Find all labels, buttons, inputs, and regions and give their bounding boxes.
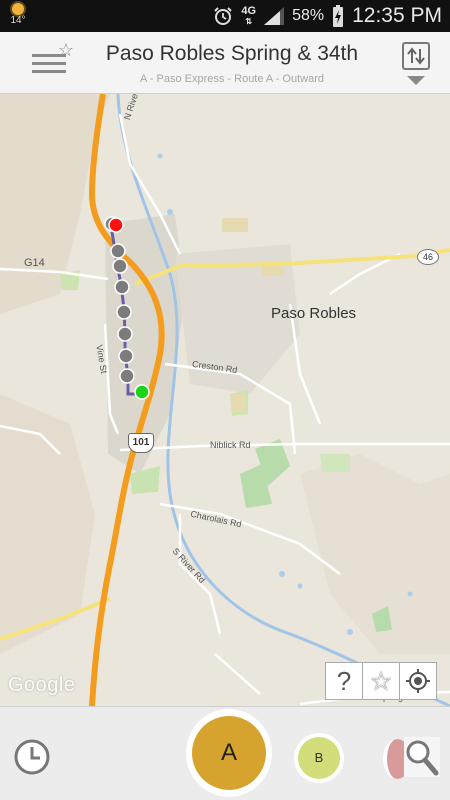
route-subtitle: A - Paso Express - Route A - Outward: [139, 73, 325, 85]
star-outline-icon: ☆: [57, 40, 74, 60]
highway-46-shield: 46: [417, 249, 439, 265]
route-a-button[interactable]: A: [186, 709, 272, 797]
status-bar: 14° 4G ⇅ 58% 12:35 PM: [0, 0, 450, 32]
route-b-label: B: [298, 737, 340, 779]
dropdown-triangle-icon: [407, 76, 425, 85]
map-view[interactable]: N River Rd G14 Vine St Creston Rd Niblic…: [0, 94, 450, 706]
schedule-button[interactable]: [12, 737, 52, 777]
bottom-toolbar: A B: [0, 706, 450, 800]
map-canvas: [0, 94, 450, 706]
favorite-star-button[interactable]: ☆: [362, 662, 400, 700]
route-a-label: A: [192, 716, 266, 790]
weather-indicator: 14°: [8, 3, 28, 27]
weather-temperature: 14°: [10, 15, 26, 26]
battery-charging-icon: [333, 5, 344, 27]
sun-icon: [12, 3, 24, 15]
swap-arrows-icon: [407, 47, 425, 65]
clock-icon: [14, 739, 50, 775]
road-label: G14: [24, 257, 45, 269]
search-button[interactable]: [404, 737, 440, 777]
status-time: 12:35 PM: [352, 4, 442, 27]
app-header: ☆ Paso Robles Spring & 34th A - Paso Exp…: [0, 32, 450, 94]
google-attribution: Google: [8, 674, 76, 696]
road-label: Niblick Rd: [210, 440, 251, 450]
my-location-button[interactable]: [399, 662, 437, 700]
alarm-clock-icon: [214, 7, 233, 25]
location-target-icon: [406, 669, 430, 693]
favorites-menu-button[interactable]: ☆: [26, 40, 74, 82]
help-button[interactable]: ?: [325, 662, 363, 700]
city-label: Paso Robles: [271, 305, 357, 322]
stop-title: Paso Robles Spring & 34th: [105, 42, 359, 65]
magnifier-icon: [406, 740, 439, 776]
network-type: 4G ⇅: [241, 4, 257, 26]
signal-strength-icon: [264, 7, 285, 25]
swap-direction-button[interactable]: [400, 40, 432, 86]
route-b-button[interactable]: B: [294, 733, 344, 783]
battery-percentage: 58%: [292, 7, 325, 24]
highway-101-shield: 101: [128, 433, 154, 453]
